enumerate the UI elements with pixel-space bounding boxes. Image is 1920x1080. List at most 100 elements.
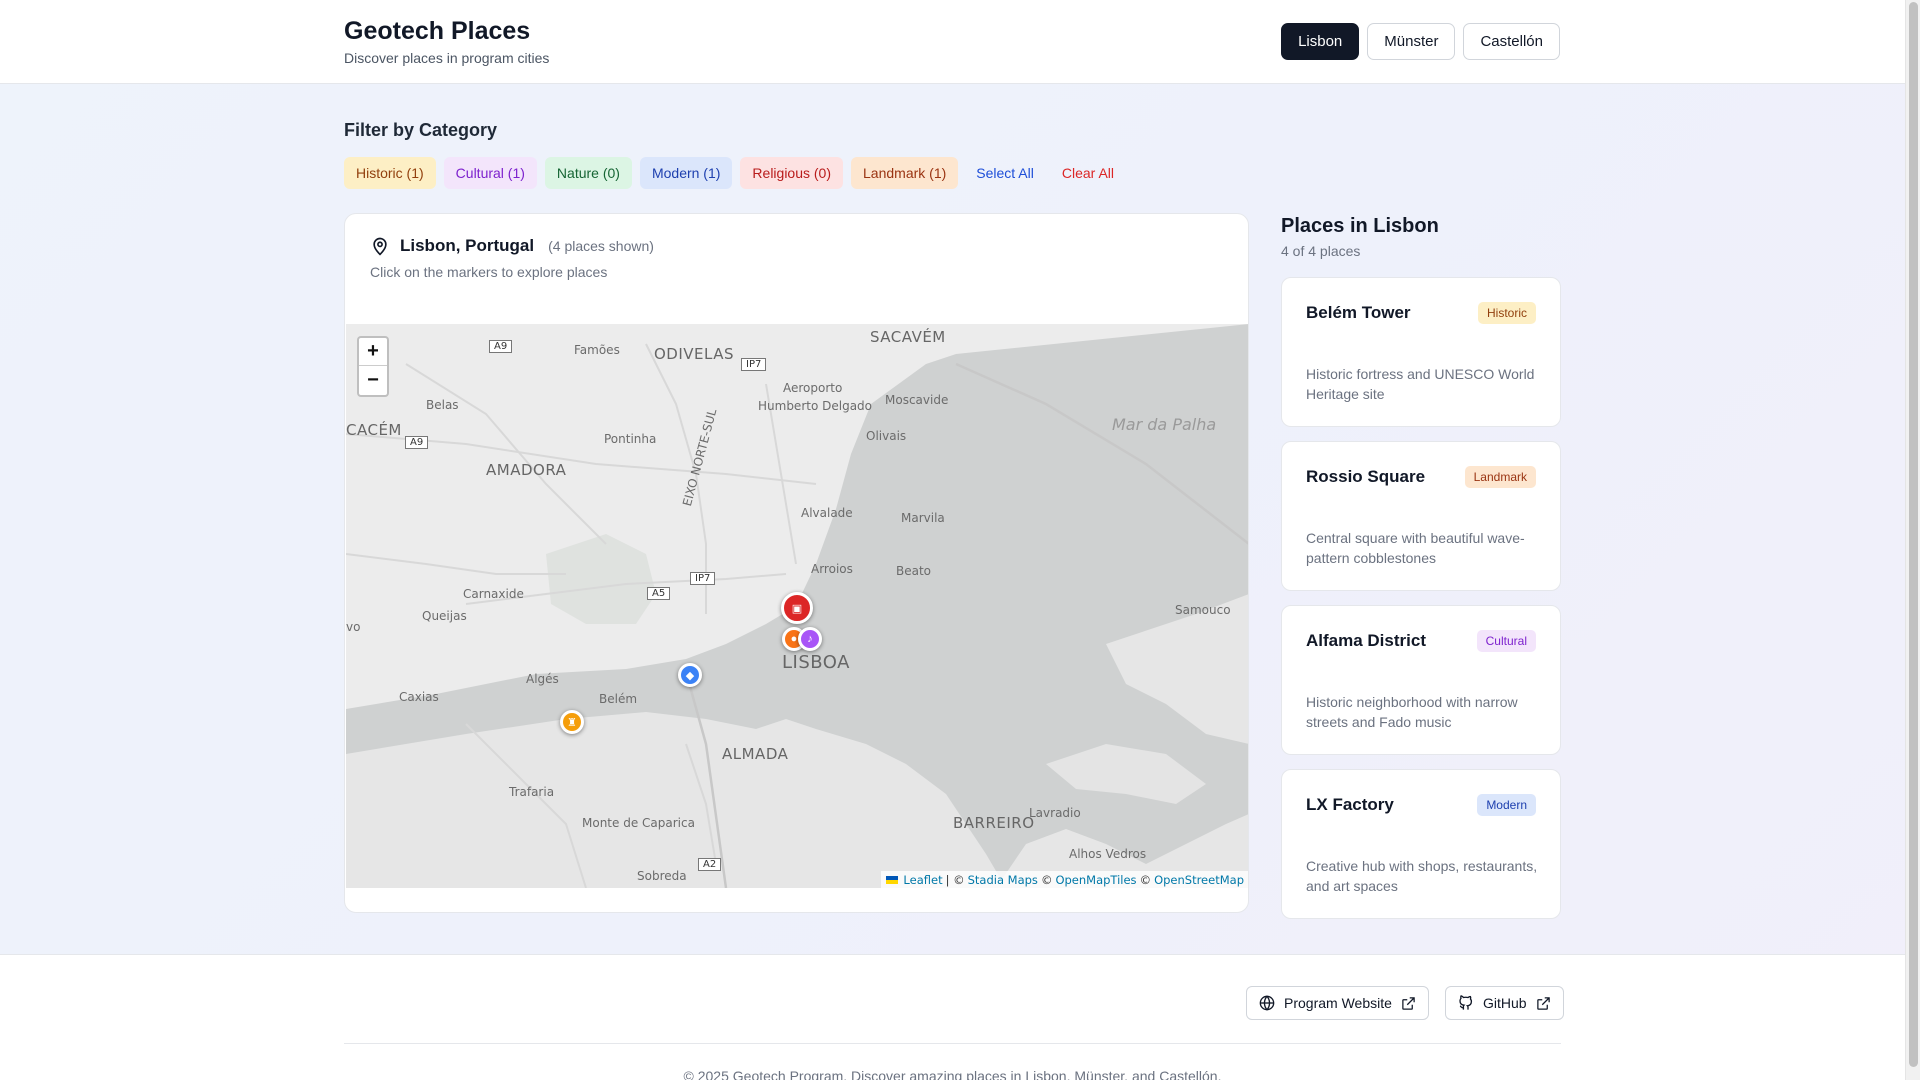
map-label: ALMADA [722, 745, 789, 763]
map-label: Lavradio [1029, 806, 1081, 820]
place-description: Historic fortress and UNESCO World Herit… [1306, 366, 1535, 402]
clear-all-button[interactable]: Clear All [1052, 157, 1124, 189]
map-label: Beato [896, 564, 932, 578]
leaflet-link[interactable]: Leaflet [903, 873, 942, 887]
app-title: Geotech Places [344, 17, 531, 45]
github-button[interactable]: GitHub [1445, 986, 1564, 1020]
filter-title: Filter by Category [344, 120, 498, 140]
road-shield: IP7 [690, 572, 716, 585]
ukraine-flag-icon [886, 875, 899, 884]
attribution-copyright: © [1040, 872, 1053, 887]
scrollbar-thumb[interactable] [1909, 2, 1918, 1067]
attribution-separator: | © [945, 872, 965, 887]
select-all-button[interactable]: Select All [966, 157, 1044, 189]
map-label: Belém [599, 692, 638, 706]
program-website-button[interactable]: Program Website [1246, 986, 1429, 1020]
map-hint: Click on the markers to explore places [370, 264, 608, 280]
sidebar-count: 4 of 4 places [1281, 243, 1361, 259]
map-places-count: (4 places shown) [548, 238, 654, 254]
map-label: Monte de Caparica [582, 816, 695, 830]
map-pin-icon [373, 237, 387, 256]
footer-divider [344, 1043, 1561, 1044]
zoom-out-button[interactable]: − [359, 366, 387, 394]
city-tabs: Lisbon Münster Castellón [1281, 23, 1560, 60]
category-badge: Landmark [1464, 466, 1536, 488]
city-tab-lisbon[interactable]: Lisbon [1281, 23, 1360, 60]
map-label: Moscavide [885, 393, 949, 407]
chip-cultural[interactable]: Cultural (1) [443, 157, 537, 189]
attribution-copyright: © [1139, 872, 1152, 887]
category-chips: Historic (1) Cultural (1) Nature (0) Mod… [344, 157, 1124, 189]
zoom-control: + − [357, 336, 389, 397]
map-label: Aeroporto [783, 381, 843, 395]
zoom-in-button[interactable]: + [359, 338, 387, 366]
map-label: BARREIRO [953, 814, 1035, 832]
map-label: Humberto Delgado [758, 399, 872, 413]
map-label: Olivais [866, 429, 907, 443]
external-link-icon [1402, 996, 1415, 1010]
map-label: CACÉM [346, 421, 402, 439]
map-label: Samouco [1175, 603, 1231, 617]
map-label: Caxias [399, 690, 439, 704]
map-label: Queijas [422, 609, 467, 623]
place-name: Rossio Square [1306, 467, 1426, 486]
map-label: LISBOA [782, 652, 850, 673]
openmaptiles-link[interactable]: OpenMapTiles [1055, 873, 1136, 887]
place-card-belem-tower[interactable]: Belém Tower Historic Historic fortress a… [1281, 277, 1561, 427]
map-label: Mar da Palha [1112, 415, 1217, 434]
page-scrollbar[interactable] [1905, 0, 1920, 1080]
category-badge: Modern [1477, 794, 1536, 816]
map-label: Algés [526, 672, 559, 686]
place-card-lx-factory[interactable]: LX Factory Modern Creative hub with shop… [1281, 769, 1561, 919]
map-label: Marvila [901, 511, 945, 525]
marker-alfama-district[interactable]: ♪ [798, 627, 822, 651]
map-label: Alhos Vedros [1069, 847, 1147, 861]
place-card-alfama-district[interactable]: Alfama District Cultural Historic neighb… [1281, 605, 1561, 755]
city-tab-munster[interactable]: Münster [1367, 23, 1456, 60]
road-shield: A2 [698, 858, 722, 871]
road-shield: A9 [489, 340, 513, 353]
marker-lx-factory[interactable]: ◆ [678, 663, 702, 687]
github-icon [1459, 995, 1473, 1010]
marker-cluster[interactable]: ▣ [781, 592, 813, 624]
place-description: Central square with beautiful wave-patte… [1306, 530, 1525, 566]
chip-historic[interactable]: Historic (1) [344, 157, 436, 189]
chip-religious[interactable]: Religious (0) [740, 157, 844, 189]
city-tab-castellon[interactable]: Castellón [1463, 23, 1560, 60]
app-header: Geotech Places Discover places in progra… [0, 0, 1905, 84]
place-description: Creative hub with shops, restaurants, an… [1306, 858, 1538, 894]
external-link-icon [1536, 996, 1550, 1010]
map-label: Arroios [811, 562, 853, 576]
category-badge: Historic [1477, 302, 1536, 324]
road-shield: A5 [647, 587, 671, 600]
stadia-link[interactable]: Stadia Maps [968, 873, 1038, 887]
app-subtitle: Discover places in program cities [344, 50, 550, 66]
map-label: Pontinha [604, 432, 657, 446]
sidebar-title: Places in Lisbon [1281, 215, 1439, 237]
place-name: Alfama District [1306, 631, 1426, 650]
place-name: Belém Tower [1306, 303, 1411, 322]
map-label: Famões [574, 343, 620, 357]
globe-icon [1259, 995, 1275, 1011]
chip-landmark[interactable]: Landmark (1) [851, 157, 959, 189]
map-label: Carnaxide [463, 587, 524, 601]
openstreetmap-link[interactable]: OpenStreetMap [1154, 873, 1244, 887]
place-description: Historic neighborhood with narrow street… [1306, 694, 1518, 730]
map-label: SACAVÉM [870, 328, 946, 346]
footer: Program Website GitHub © 2025 Geotech Pr… [0, 954, 1905, 1080]
place-card-rossio-square[interactable]: Rossio Square Landmark Central square wi… [1281, 441, 1561, 591]
road-shield: IP7 [741, 358, 767, 371]
chip-modern[interactable]: Modern (1) [639, 157, 733, 189]
marker-belem-tower[interactable]: ♜ [560, 710, 584, 734]
map-label: vo [346, 620, 361, 634]
chip-nature[interactable]: Nature (0) [544, 157, 632, 189]
map-label: Belas [426, 398, 459, 412]
map-attribution: Leaflet | © Stadia Maps © OpenMapTiles ©… [881, 871, 1248, 888]
map-view[interactable]: + − SACAVÉM ODIVELAS Famões Aeroporto Hu… [346, 324, 1248, 888]
map-city-name: Lisbon, Portugal [400, 236, 535, 255]
road-shield: A9 [405, 436, 429, 449]
map-label: Trafaria [509, 785, 555, 799]
map-card: Lisbon, Portugal (4 places shown) Click … [344, 213, 1249, 913]
map-label: ODIVELAS [654, 345, 735, 363]
map-label: Sobreda [637, 869, 687, 883]
